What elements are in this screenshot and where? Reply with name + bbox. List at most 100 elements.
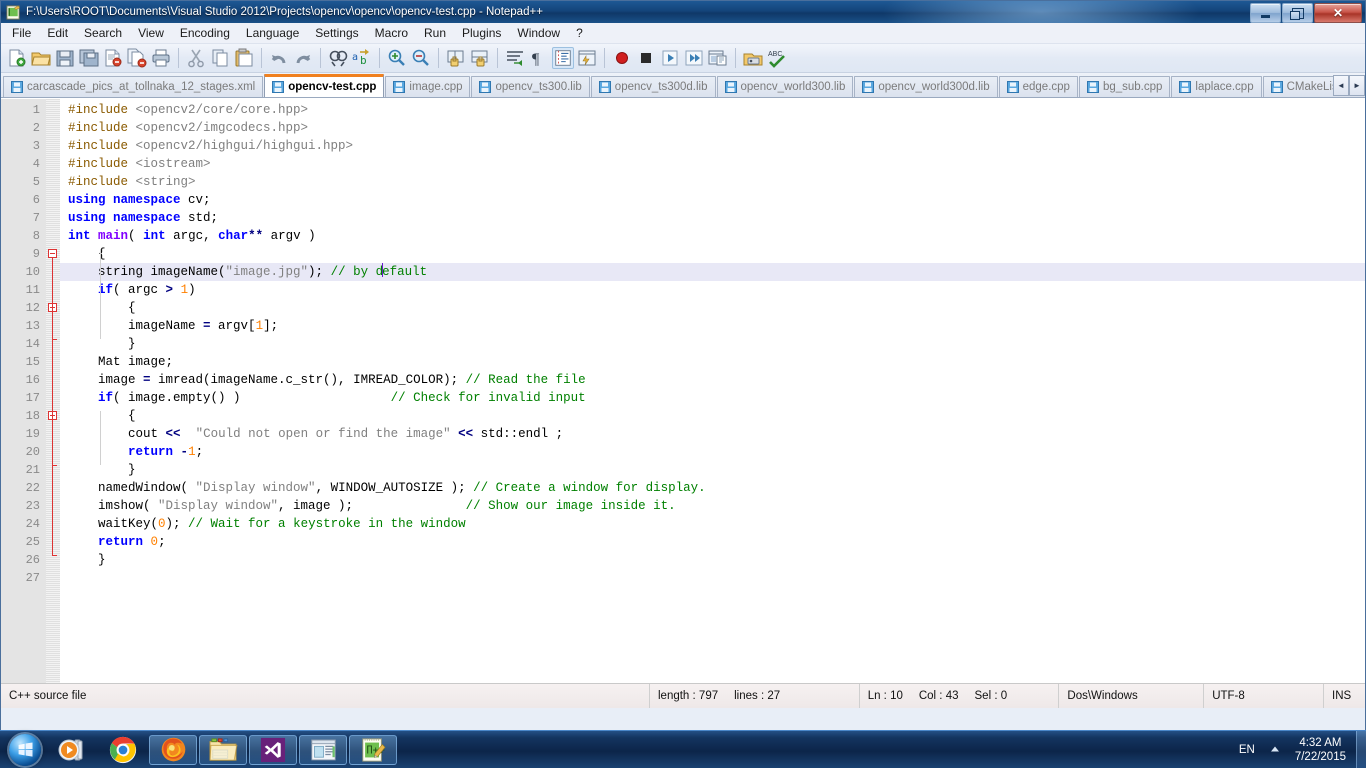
- fold-row[interactable]: [46, 281, 60, 299]
- code-line[interactable]: #include <opencv2/highgui/highgui.hpp>: [60, 137, 1365, 155]
- code-line[interactable]: #include <string>: [60, 173, 1365, 191]
- undo-icon[interactable]: [268, 47, 290, 69]
- taskbar-app-windows-explorer[interactable]: [199, 734, 247, 765]
- start-button[interactable]: [2, 733, 48, 767]
- fold-row[interactable]: [46, 389, 60, 407]
- code-line[interactable]: {: [60, 245, 1365, 263]
- language-indicator[interactable]: EN: [1239, 744, 1255, 756]
- run-icon[interactable]: [742, 47, 764, 69]
- document-tab[interactable]: opencv_ts300d.lib: [590, 76, 716, 97]
- taskbar-app-google-chrome[interactable]: [99, 735, 147, 765]
- code-folding-margin[interactable]: [46, 99, 60, 683]
- sync-horizontal-scroll-icon[interactable]: [469, 47, 491, 69]
- code-line[interactable]: using namespace cv;: [60, 191, 1365, 209]
- replace-icon[interactable]: ab: [351, 47, 373, 69]
- paste-icon[interactable]: [233, 47, 255, 69]
- run-macro-multiple-icon[interactable]: [683, 47, 705, 69]
- zoom-out-icon[interactable]: [410, 47, 432, 69]
- code-editor[interactable]: 1 2 3 4 5 6 7 8 9 10 11 12 13 14 15 16 17 18 19 20 21 22 23 24 2…: [1, 98, 1365, 683]
- code-line[interactable]: #include <iostream>: [60, 155, 1365, 173]
- menu-item-plugins[interactable]: Plugins: [454, 24, 509, 42]
- close-all-files-icon[interactable]: [126, 47, 148, 69]
- tab-scroll-left-icon[interactable]: ◄: [1333, 75, 1349, 96]
- menu-item-file[interactable]: File: [4, 24, 39, 42]
- document-tab[interactable]: opencv_ts300.lib: [471, 76, 590, 97]
- menu-item-macro[interactable]: Macro: [367, 24, 416, 42]
- fold-row[interactable]: [46, 335, 60, 353]
- code-line[interactable]: [60, 569, 1365, 587]
- code-line[interactable]: image = imread(imageName.c_str(), IMREAD…: [60, 371, 1365, 389]
- fold-row[interactable]: [46, 371, 60, 389]
- taskbar-app-visual-studio[interactable]: [249, 734, 297, 765]
- show-hidden-icons-icon[interactable]: [1269, 741, 1281, 759]
- user-defined-dialog-icon[interactable]: [576, 47, 598, 69]
- code-line[interactable]: string imageName("image.jpg"); // by def…: [60, 263, 1365, 281]
- fold-row[interactable]: [46, 191, 60, 209]
- tab-scroll-right-icon[interactable]: ►: [1349, 75, 1365, 96]
- record-macro-icon[interactable]: [611, 47, 633, 69]
- print-icon[interactable]: [150, 47, 172, 69]
- menu-item-window[interactable]: Window: [509, 24, 568, 42]
- code-line[interactable]: if( image.empty() ) // Check for invalid…: [60, 389, 1365, 407]
- code-line[interactable]: #include <opencv2/core/core.hpp>: [60, 101, 1365, 119]
- stop-macro-icon[interactable]: [635, 47, 657, 69]
- code-line[interactable]: Mat image;: [60, 353, 1365, 371]
- menu-item-[interactable]: ?: [568, 24, 591, 42]
- save-icon[interactable]: [54, 47, 76, 69]
- fold-row[interactable]: [46, 515, 60, 533]
- fold-row[interactable]: [46, 173, 60, 191]
- close-button[interactable]: ✕: [1314, 3, 1362, 23]
- menu-item-encoding[interactable]: Encoding: [172, 24, 238, 42]
- code-line[interactable]: return -1;: [60, 443, 1365, 461]
- document-tab[interactable]: edge.cpp: [998, 76, 1078, 97]
- fold-row[interactable]: [46, 479, 60, 497]
- word-wrap-icon[interactable]: [504, 47, 526, 69]
- code-line[interactable]: namedWindow( "Display window", WINDOW_AU…: [60, 479, 1365, 497]
- document-tab[interactable]: laplace.cpp: [1171, 76, 1262, 97]
- menu-item-settings[interactable]: Settings: [307, 24, 366, 42]
- document-tab[interactable]: image.cpp: [385, 76, 471, 97]
- code-line[interactable]: {: [60, 407, 1365, 425]
- fold-row[interactable]: [46, 317, 60, 335]
- taskbar-app-notepad-plus-plus[interactable]: Π++: [349, 734, 397, 765]
- code-line[interactable]: return 0;: [60, 533, 1365, 551]
- minimize-button[interactable]: [1250, 3, 1281, 23]
- fold-row[interactable]: [46, 497, 60, 515]
- code-line[interactable]: waitKey(0); // Wait for a keystroke in t…: [60, 515, 1365, 533]
- fold-row[interactable]: [46, 353, 60, 371]
- fold-row[interactable]: [46, 533, 60, 551]
- open-file-icon[interactable]: [30, 47, 52, 69]
- clock[interactable]: 4:32 AM 7/22/2015: [1295, 736, 1346, 764]
- spell-check-icon[interactable]: ABC: [766, 47, 788, 69]
- taskbar-app-window[interactable]: [299, 734, 347, 765]
- title-bar[interactable]: F:\Users\ROOT\Documents\Visual Studio 20…: [1, 1, 1365, 23]
- fold-row[interactable]: [46, 119, 60, 137]
- menu-item-edit[interactable]: Edit: [39, 24, 76, 42]
- code-line[interactable]: }: [60, 461, 1365, 479]
- maximize-button[interactable]: [1282, 3, 1313, 23]
- code-line[interactable]: using namespace std;: [60, 209, 1365, 227]
- play-macro-icon[interactable]: [659, 47, 681, 69]
- fold-row[interactable]: [46, 155, 60, 173]
- taskbar-app-firefox[interactable]: [149, 734, 197, 765]
- code-line[interactable]: imageName = argv[1];: [60, 317, 1365, 335]
- code-line[interactable]: int main( int argc, char** argv ): [60, 227, 1365, 245]
- code-line[interactable]: imshow( "Display window", image ); // Sh…: [60, 497, 1365, 515]
- fold-row[interactable]: [46, 227, 60, 245]
- document-tab[interactable]: opencv-test.cpp: [264, 74, 385, 97]
- menu-item-run[interactable]: Run: [416, 24, 454, 42]
- menu-item-view[interactable]: View: [130, 24, 172, 42]
- sync-vertical-scroll-icon[interactable]: [445, 47, 467, 69]
- document-tab[interactable]: opencv_world300d.lib: [854, 76, 998, 97]
- save-all-icon[interactable]: [78, 47, 100, 69]
- fold-row[interactable]: [46, 245, 60, 263]
- code-line[interactable]: #include <opencv2/imgcodecs.hpp>: [60, 119, 1365, 137]
- fold-row[interactable]: [46, 101, 60, 119]
- find-icon[interactable]: [327, 47, 349, 69]
- taskbar-app-windows-media-player[interactable]: [49, 735, 97, 765]
- show-all-characters-icon[interactable]: ¶: [528, 47, 550, 69]
- code-line[interactable]: cout << "Could not open or find the imag…: [60, 425, 1365, 443]
- redo-icon[interactable]: [292, 47, 314, 69]
- menu-item-language[interactable]: Language: [238, 24, 307, 42]
- fold-row[interactable]: [46, 407, 60, 425]
